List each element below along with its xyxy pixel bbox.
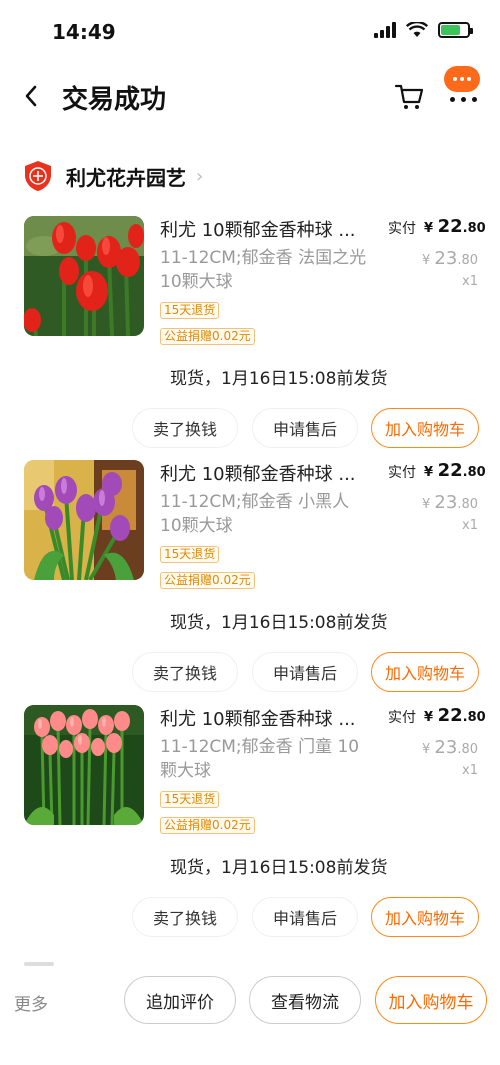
purple-tulips-image: [24, 460, 144, 580]
sell-button[interactable]: 卖了换钱: [132, 408, 238, 448]
message-badge-icon: [444, 66, 480, 92]
battery-icon: [438, 22, 473, 38]
add-to-cart-button[interactable]: 加入购物车: [371, 897, 479, 937]
charity-badge: 公益捐赠0.02元: [160, 572, 255, 589]
back-button[interactable]: [18, 80, 46, 112]
return-policy-badge: 15天退货: [160, 791, 220, 808]
sell-button[interactable]: 卖了换钱: [132, 897, 238, 937]
bottom-action-bar: 更多 追加评价 查看物流 加入购物车: [0, 968, 500, 1065]
order-item: 利尤 10颗郁金香种球 ... 11-12CM;郁金香 法国之光 10颗大球 1…: [0, 216, 500, 460]
add-to-cart-button[interactable]: 加入购物车: [371, 408, 479, 448]
charity-badge: 公益捐赠0.02元: [160, 817, 255, 834]
add-review-button[interactable]: 追加评价: [124, 976, 236, 1024]
shipping-info: 现货，1月16日15:08前发货: [170, 613, 388, 633]
pink-tulips-image: [24, 705, 144, 825]
cart-button[interactable]: [392, 80, 426, 112]
product-spec: 11-12CM;郁金香 门童 10颗大球: [160, 737, 360, 781]
quantity: x1: [462, 518, 478, 533]
more-dots-icon: [450, 97, 484, 102]
paid-label: 实付: [388, 465, 416, 481]
after-sale-button[interactable]: 申请售后: [252, 897, 358, 937]
paid-label: 实付: [388, 221, 416, 237]
signal-icon: [374, 22, 396, 38]
shop-name: 利尤花卉园艺: [66, 165, 186, 190]
scroll-content-peek: [24, 962, 54, 966]
sell-button[interactable]: 卖了换钱: [132, 652, 238, 692]
more-link[interactable]: 更多: [14, 990, 48, 1015]
add-to-cart-bottom-button[interactable]: 加入购物车: [375, 976, 487, 1024]
message-button[interactable]: [444, 66, 484, 106]
red-tulips-image: [24, 216, 144, 336]
product-thumbnail[interactable]: [24, 460, 144, 580]
product-title[interactable]: 利尤 10颗郁金香种球 ...: [160, 460, 370, 486]
page-title: 交易成功: [62, 85, 167, 115]
product-thumbnail[interactable]: [24, 216, 144, 336]
product-spec: 11-12CM;郁金香 小黑人 10颗大球: [160, 492, 350, 536]
paid-price: ¥ 22.80: [424, 216, 486, 237]
order-item: 利尤 10颗郁金香种球 ... 11-12CM;郁金香 小黑人 10颗大球 15…: [0, 460, 500, 704]
nav-bar: 交易成功: [0, 66, 500, 126]
product-spec: 11-12CM;郁金香 法国之光 10颗大球: [160, 248, 367, 292]
chevron-left-icon: [25, 85, 37, 107]
cart-icon: [394, 84, 424, 109]
original-price: ¥ 23.80: [421, 248, 478, 269]
view-logistics-button[interactable]: 查看物流: [249, 976, 361, 1024]
product-thumbnail[interactable]: [24, 705, 144, 825]
order-item: 利尤 10颗郁金香种球 ... 11-12CM;郁金香 门童 10颗大球 15天…: [0, 705, 500, 949]
shipping-info: 现货，1月16日15:08前发货: [170, 858, 388, 878]
quantity: x1: [462, 274, 478, 289]
status-time: 14:49: [52, 20, 116, 44]
wifi-icon: [406, 22, 428, 37]
shipping-info: 现货，1月16日15:08前发货: [170, 369, 388, 389]
add-to-cart-button[interactable]: 加入购物车: [371, 652, 479, 692]
after-sale-button[interactable]: 申请售后: [252, 652, 358, 692]
shop-shield-logo-icon: [25, 161, 51, 191]
paid-price: ¥ 22.80: [424, 460, 486, 481]
paid-price: ¥ 22.80: [424, 705, 486, 726]
return-policy-badge: 15天退货: [160, 546, 220, 563]
product-title[interactable]: 利尤 10颗郁金香种球 ...: [160, 705, 370, 731]
product-title[interactable]: 利尤 10颗郁金香种球 ...: [160, 216, 370, 242]
original-price: ¥ 23.80: [421, 492, 478, 513]
shop-header[interactable]: 利尤花卉园艺 ›: [24, 160, 203, 192]
status-icons: [374, 22, 473, 38]
chevron-right-icon: ›: [196, 165, 204, 187]
paid-label: 实付: [388, 710, 416, 726]
charity-badge: 公益捐赠0.02元: [160, 328, 255, 345]
original-price: ¥ 23.80: [421, 737, 478, 758]
quantity: x1: [462, 763, 478, 778]
after-sale-button[interactable]: 申请售后: [252, 408, 358, 448]
status-bar: 14:49: [0, 0, 500, 66]
return-policy-badge: 15天退货: [160, 302, 220, 319]
